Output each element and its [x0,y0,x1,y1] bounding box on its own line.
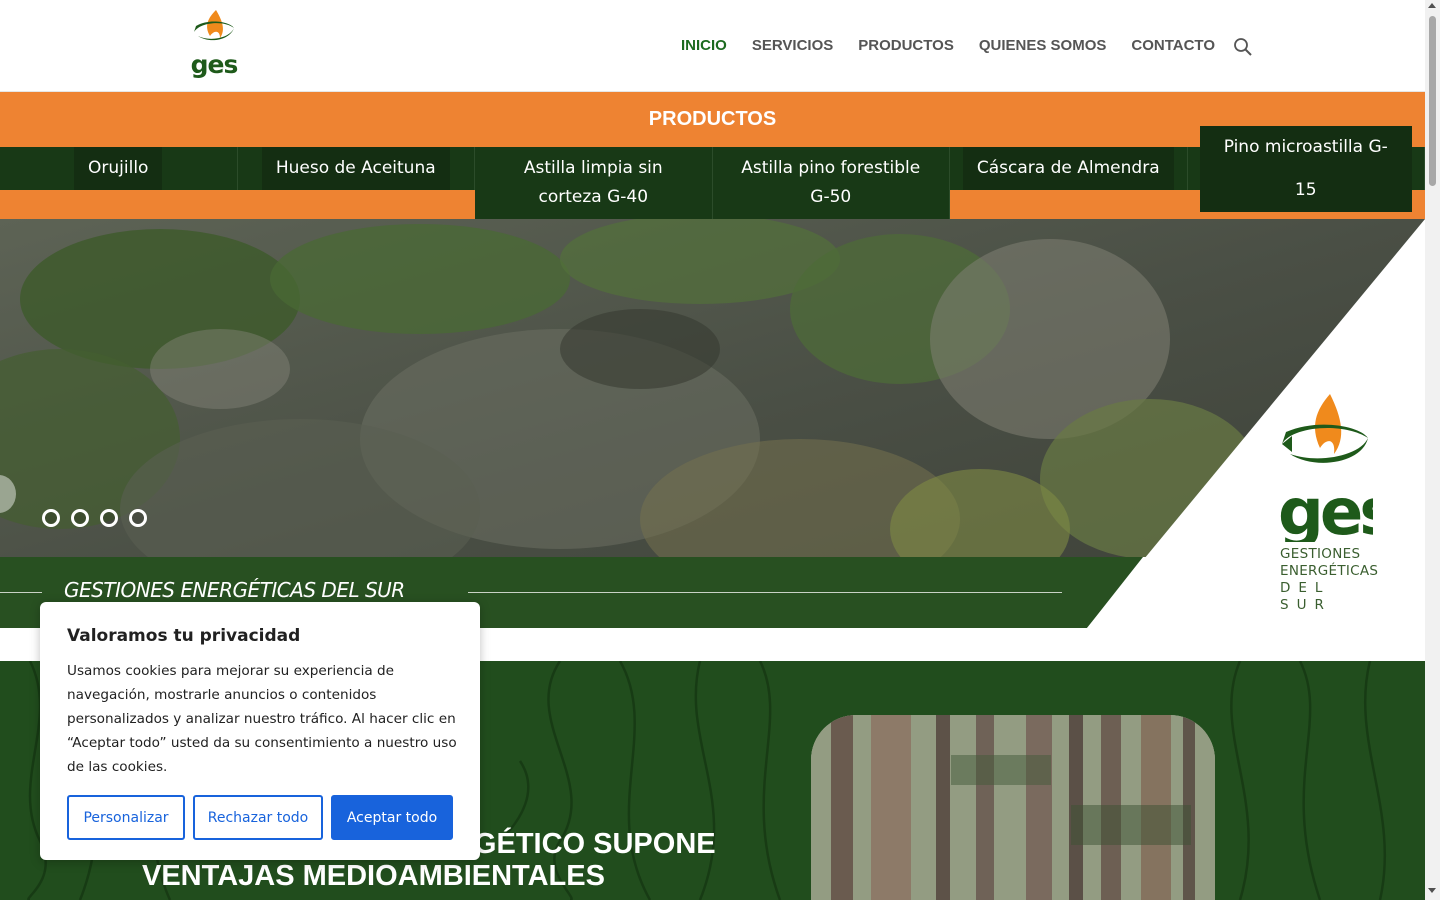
customize-button[interactable]: Personalizar [67,795,185,840]
cookie-consent-dialog: Valoramos tu privacidad Usamos cookies p… [40,602,480,860]
svg-text:ges: ges [1278,476,1373,542]
slider-dot[interactable] [71,509,89,527]
product-tab-cascara-almendra[interactable]: Cáscara de Almendra [950,147,1188,219]
main-nav: INICIO SERVICIOS PRODUCTOS QUIENES SOMOS… [681,36,1215,56]
brand-logo-mark-icon: ges [1278,394,1399,550]
forest-photo [811,715,1215,900]
products-tabs: Orujillo Hueso de Aceituna Astilla limpi… [0,125,1425,219]
reject-all-button[interactable]: Rechazar todo [193,795,323,840]
site-header: ges INICIO SERVICIOS PRODUCTOS QUIENES S… [0,0,1425,92]
slider-dot[interactable] [42,509,60,527]
logo-flame-icon [194,10,234,41]
hero-brand-logo: ges GESTIONES ENERGÉTICAS DEL SUR [1278,392,1399,613]
brand-logo-text: GESTIONES ENERGÉTICAS DEL SUR [1280,546,1378,614]
forest-image [811,715,1215,900]
product-tab-astilla-pino[interactable]: Astilla pino forestible G-50 [712,147,950,219]
accept-all-button[interactable]: Aceptar todo [331,795,453,840]
product-tab-label: Pino microastilla G-15 [1199,125,1412,212]
product-tab-pino-microastilla[interactable]: Pino microastilla G-15 [1187,125,1425,219]
product-tab-label: Astilla pino forestible G-50 [741,158,921,207]
slider-dot[interactable] [100,509,118,527]
hero-slider [0,219,1425,628]
product-tab-label: Hueso de Aceituna [261,147,450,190]
product-tab-orujillo[interactable]: Orujillo [0,147,238,219]
logo-line: DEL SUR [1280,580,1332,613]
product-tab-label: Cáscara de Almendra [962,147,1174,190]
scroll-up-arrow-icon[interactable] [1428,3,1436,8]
tagline-divider-left [0,592,42,593]
logo-line: ENERGÉTICAS [1280,563,1379,579]
cookie-title: Valoramos tu privacidad [67,626,301,646]
nav-item-servicios[interactable]: SERVICIOS [752,36,833,56]
nav-item-quienes-somos[interactable]: QUIENES SOMOS [979,36,1107,56]
scroll-thumb[interactable] [1429,16,1436,186]
product-tab-astilla-limpia[interactable]: Astilla limpia sin corteza G-40 [475,147,713,219]
hero-rock-image [0,219,1425,628]
slider-dot[interactable] [129,509,147,527]
hero-tagline: GESTIONES ENERGÉTICAS DEL SUR [64,578,405,602]
site-logo[interactable]: ges [190,8,238,80]
nav-item-productos[interactable]: PRODUCTOS [858,36,954,56]
scroll-down-arrow-icon[interactable] [1428,888,1436,893]
slider-pagination [42,509,147,527]
product-tab-hueso-aceituna[interactable]: Hueso de Aceituna [237,147,475,219]
page-scrollbar[interactable] [1425,0,1440,900]
product-tab-label: Astilla limpia sin corteza G-40 [523,158,663,207]
tagline-divider-right [468,592,1062,593]
nav-item-contacto[interactable]: CONTACTO [1131,36,1215,56]
cookie-body: Usamos cookies para mejorar su experienc… [67,663,457,775]
search-icon[interactable] [1233,37,1253,57]
nav-item-inicio[interactable]: INICIO [681,36,727,56]
logo-line: GESTIONES [1280,546,1361,562]
logo-wordmark: ges [190,50,239,79]
product-tab-label: Orujillo [74,147,163,190]
